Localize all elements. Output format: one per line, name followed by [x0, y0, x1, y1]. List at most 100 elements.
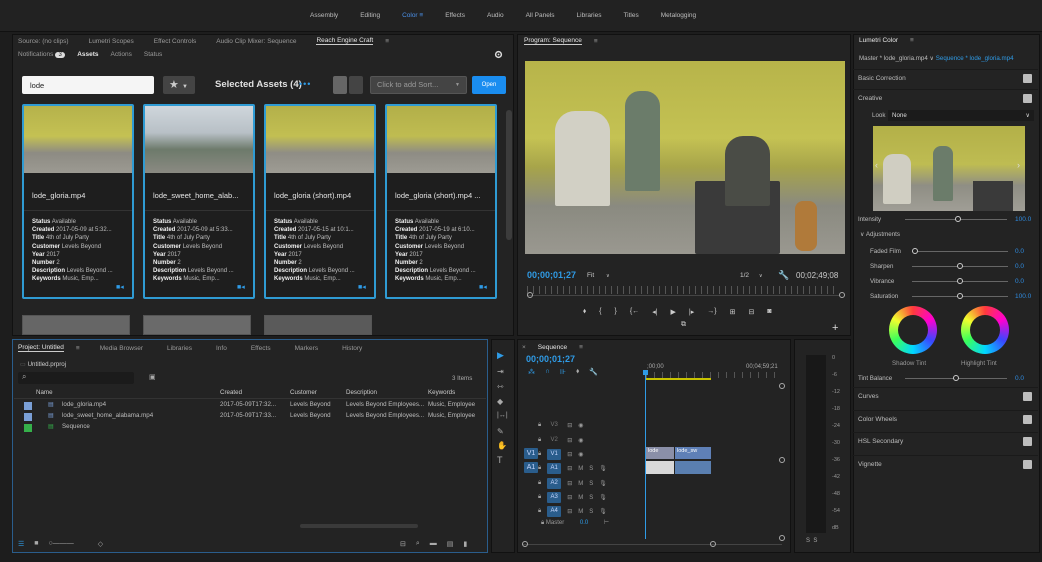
sync-lock-icon[interactable]: ⊟ [567, 480, 572, 487]
creative-checkbox[interactable] [1023, 94, 1032, 103]
tab-project[interactable]: Project: Untitled [18, 344, 64, 352]
lock-icon[interactable]: 🔒︎ [538, 437, 541, 444]
vignette-checkbox[interactable] [1023, 460, 1032, 469]
tab-audio-clip-mixer[interactable]: Audio Clip Mixer: Sequence [216, 38, 296, 45]
tint-balance-value[interactable]: 0.0 [1015, 375, 1024, 382]
close-icon[interactable]: × [522, 344, 526, 351]
track-label-v2[interactable]: V2 [547, 435, 561, 446]
list-view-icon[interactable]: ☰ [18, 540, 24, 548]
intensity-slider[interactable] [905, 216, 1007, 222]
vscroll-handle[interactable] [779, 457, 785, 463]
new-bin-icon[interactable]: ▬ [430, 540, 437, 548]
tab-effect-controls[interactable]: Effect Controls [154, 38, 197, 45]
lock-icon[interactable]: 🔒︎ [538, 508, 541, 515]
mute-button[interactable]: M [578, 481, 583, 487]
workspace-tab-audio[interactable]: Audio [487, 12, 504, 19]
tab-program[interactable]: Program: Sequence [524, 37, 582, 45]
section-hsl-secondary[interactable]: HSL Secondary [852, 432, 1038, 450]
fit-dropdown[interactable]: Fit ∨ [587, 272, 610, 279]
mute-button[interactable]: M [578, 466, 583, 472]
workspace-tab-libraries[interactable]: Libraries [577, 12, 602, 19]
program-timecode[interactable]: 00;00;01;27 [527, 270, 576, 280]
sync-lock-icon[interactable]: ⊟ [567, 508, 572, 515]
lock-icon[interactable]: 🔒︎ [538, 422, 541, 429]
workspace-tab-assembly[interactable]: Assembly [310, 12, 338, 19]
tab-source[interactable]: Source: (no clips) [18, 38, 69, 45]
hsl-secondary-checkbox[interactable] [1023, 437, 1032, 446]
new-item-icon[interactable]: ▤ [447, 540, 454, 548]
sort-dropdown[interactable]: Click to add Sort... ▼ [370, 76, 467, 94]
tab-info[interactable]: Info [216, 345, 227, 352]
col-description[interactable]: Description [346, 389, 377, 396]
add-button-icon[interactable]: + [832, 322, 838, 334]
project-search-input[interactable]: ⌕ [18, 372, 134, 384]
zoom-handle[interactable] [839, 292, 845, 298]
tab-menu-icon[interactable]: ≡ [594, 38, 598, 45]
tab-assets[interactable]: Assets [77, 51, 98, 58]
camera-icon[interactable]: ◙ [767, 308, 771, 316]
timeline-settings-icon[interactable]: 🔧 [589, 368, 598, 376]
trash-icon[interactable]: ▮ [463, 540, 467, 548]
curves-checkbox[interactable] [1023, 392, 1032, 401]
lock-icon[interactable]: 🔒︎ [538, 480, 541, 487]
assets-scrollbar[interactable] [506, 110, 512, 240]
adjustment-value[interactable]: 100.0 [1015, 293, 1031, 300]
basic-correction-checkbox[interactable] [1023, 74, 1032, 83]
master-volume[interactable]: 0.0 [580, 520, 588, 526]
mark-in-icon[interactable]: { [599, 308, 601, 316]
play-icon[interactable]: ▶ [671, 308, 676, 316]
solo-button[interactable]: S [589, 509, 593, 515]
selection-tool-icon[interactable]: ▶ [497, 350, 504, 361]
shadow-tint-wheel[interactable] [889, 306, 937, 354]
zoom-handle[interactable] [522, 541, 528, 547]
sync-lock-icon[interactable]: ⊟ [567, 451, 572, 458]
tab-lumetri-color[interactable]: Lumetri Color [859, 37, 898, 44]
program-scrub-track[interactable] [527, 295, 839, 296]
solo-button[interactable]: S [589, 466, 593, 472]
new-bin-from-search-icon[interactable]: ▣ [149, 373, 156, 381]
icon-view-icon[interactable]: ■ [34, 540, 38, 548]
master-fade-icon[interactable]: ⊢ [604, 520, 609, 526]
track-label-a1[interactable]: A1 [547, 463, 562, 474]
asset-card[interactable]: lode_gloria (short).mp4 Status Available… [264, 104, 376, 299]
sync-lock-icon[interactable]: ⊟ [567, 437, 572, 444]
workspace-tab-color[interactable]: Color ≡ [402, 12, 423, 19]
zoom-handle[interactable] [527, 292, 533, 298]
tab-history[interactable]: History [342, 345, 362, 352]
asset-thumbnail[interactable] [387, 106, 495, 173]
tab-media-browser[interactable]: Media Browser [100, 345, 143, 352]
grid-view-icon[interactable] [333, 76, 347, 94]
tab-effects[interactable]: Effects [251, 345, 271, 352]
slider-knob[interactable] [955, 216, 961, 222]
project-hscrollbar[interactable] [300, 524, 418, 528]
sync-lock-icon[interactable]: ⊟ [567, 422, 572, 429]
workspace-tab-editing[interactable]: Editing [360, 12, 380, 19]
adjustment-slider[interactable] [912, 263, 1008, 269]
add-marker-icon[interactable]: ⬧ [576, 368, 579, 376]
master-clip-label[interactable]: Master * lode_gloria.mp4 [859, 55, 928, 62]
asset-card[interactable]: lode_gloria (short).mp4 ... Status Avail… [385, 104, 497, 299]
workspace-tab-titles[interactable]: Titles [623, 12, 638, 19]
lock-icon[interactable]: 🔒︎ [538, 451, 541, 458]
slider-knob[interactable] [953, 375, 959, 381]
asset-search-input[interactable] [22, 76, 154, 94]
pen-icon[interactable]: ✎ [497, 427, 504, 436]
resolution-dropdown[interactable]: 1/2 ∨ [740, 272, 763, 279]
tab-status[interactable]: Status [144, 51, 162, 58]
work-area-bar[interactable] [646, 378, 711, 380]
automate-icon[interactable]: ⊟ [400, 540, 406, 548]
section-vignette[interactable]: Vignette [852, 455, 1038, 473]
type-tool-icon[interactable]: T [497, 455, 503, 465]
track-label-v1[interactable]: V1 [547, 449, 562, 460]
label-color-swatch[interactable] [24, 402, 32, 410]
timeline-hscroll[interactable] [522, 544, 782, 545]
slip-icon[interactable]: |↔| [497, 412, 508, 419]
favorite-filter-dropdown[interactable]: ★ ▼ [163, 76, 195, 94]
audio-clip[interactable] [646, 461, 674, 474]
hand-icon[interactable]: ✋ [497, 441, 507, 450]
asset-thumbnail[interactable] [145, 106, 253, 173]
asset-card[interactable]: lode_gloria.mp4 Status Available Created … [22, 104, 134, 299]
track-label-a4[interactable]: A4 [547, 506, 562, 517]
overwrite-icon[interactable]: ⊟ [748, 308, 754, 316]
playhead-handle[interactable] [643, 370, 648, 375]
